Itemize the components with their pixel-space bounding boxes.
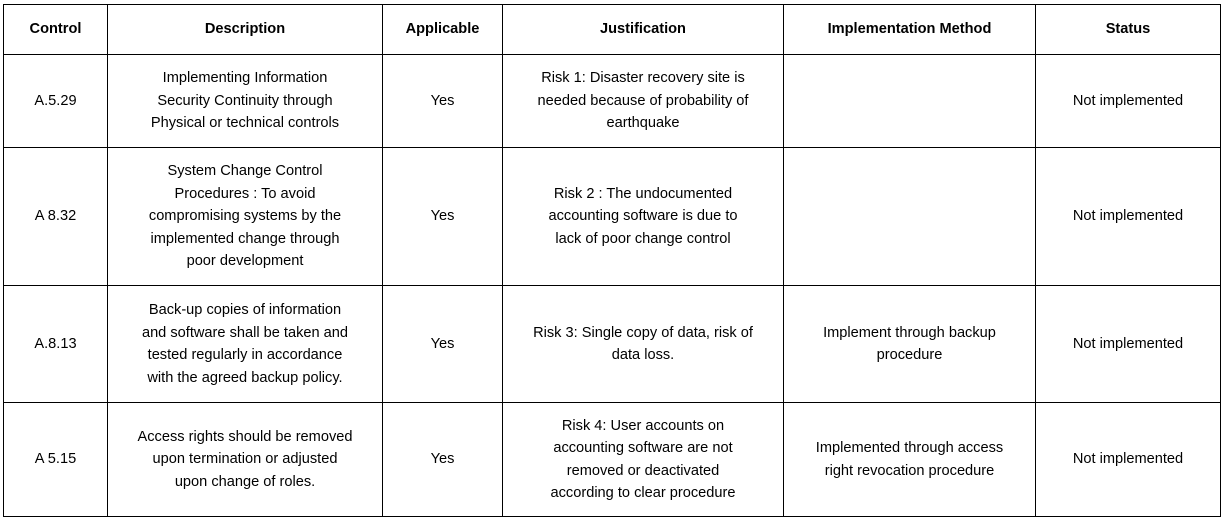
cell-control: A 8.32: [3, 147, 108, 286]
header-status: Status: [1035, 4, 1221, 55]
cell-method: Implement through backup procedure: [783, 285, 1036, 403]
table-row: A.5.29 Implementing Information Security…: [3, 54, 1221, 148]
header-applicable: Applicable: [382, 4, 503, 55]
cell-applicable: Yes: [382, 402, 503, 517]
cell-applicable: Yes: [382, 147, 503, 286]
table-row: A 8.32 System Change Control Procedures …: [3, 147, 1221, 286]
cell-control: A.5.29: [3, 54, 108, 148]
cell-method: [783, 54, 1036, 148]
cell-justification: Risk 2 : The undocumented accounting sof…: [502, 147, 784, 286]
cell-justification: Risk 4: User accounts on accounting soft…: [502, 402, 784, 517]
controls-table: Control Description Applicable Justifica…: [3, 4, 1221, 517]
cell-description: Access rights should be removed upon ter…: [107, 402, 383, 517]
cell-description: Back-up copies of information and softwa…: [107, 285, 383, 403]
header-description: Description: [107, 4, 383, 55]
cell-method: Implemented through access right revocat…: [783, 402, 1036, 517]
cell-method: [783, 147, 1036, 286]
header-justification: Justification: [502, 4, 784, 55]
header-implementation-method: Implementation Method: [783, 4, 1036, 55]
cell-status: Not implemented: [1035, 285, 1221, 403]
cell-status: Not implemented: [1035, 147, 1221, 286]
header-row: Control Description Applicable Justifica…: [3, 4, 1221, 55]
cell-control: A 5.15: [3, 402, 108, 517]
cell-applicable: Yes: [382, 285, 503, 403]
cell-description: Implementing Information Security Contin…: [107, 54, 383, 148]
cell-status: Not implemented: [1035, 54, 1221, 148]
cell-justification: Risk 1: Disaster recovery site is needed…: [502, 54, 784, 148]
cell-control: A.8.13: [3, 285, 108, 403]
cell-justification: Risk 3: Single copy of data, risk of dat…: [502, 285, 784, 403]
cell-applicable: Yes: [382, 54, 503, 148]
header-control: Control: [3, 4, 108, 55]
cell-status: Not implemented: [1035, 402, 1221, 517]
cell-description: System Change Control Procedures : To av…: [107, 147, 383, 286]
table-row: A 5.15 Access rights should be removed u…: [3, 402, 1221, 517]
table-row: A.8.13 Back-up copies of information and…: [3, 285, 1221, 403]
